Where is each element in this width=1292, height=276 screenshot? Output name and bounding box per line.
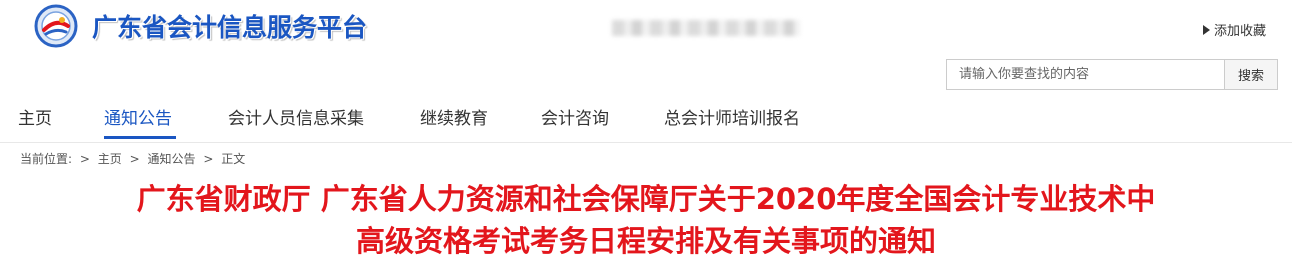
breadcrumb-item-current: 正文 [221,152,246,166]
breadcrumb-item-home[interactable]: 主页 [98,152,122,166]
breadcrumb-separator: > [129,152,140,166]
play-triangle-icon [1203,24,1210,35]
nav-item-personnel-info[interactable]: 会计人员信息采集 [228,104,364,129]
breadcrumb-prefix: 当前位置: [20,152,73,166]
search-button[interactable]: 搜索 [1224,59,1278,90]
nav-item-home[interactable]: 主页 [18,104,52,129]
article-title-line-2: 高级资格考试考务日程安排及有关事项的通知 [355,224,936,258]
add-favorite-link[interactable]: 添加收藏 [1203,20,1266,39]
nav-item-continuing-education[interactable]: 继续教育 [420,104,488,129]
nav-item-consulting[interactable]: 会计咨询 [541,104,609,129]
article-title-line-1: 广东省财政厅 广东省人力资源和社会保障厅关于2020年度全国会计专业技术中 [136,182,1156,216]
site-logo[interactable] [32,4,80,48]
nav-item-notices[interactable]: 通知公告 [104,104,172,129]
blurred-user-info [612,20,800,36]
breadcrumb-separator: > [203,152,214,166]
search-input[interactable] [946,59,1224,90]
add-favorite-label: 添加收藏 [1214,24,1267,39]
breadcrumb-item-notices[interactable]: 通知公告 [148,152,196,166]
nav-divider [0,142,1292,143]
nav-item-cfo-training[interactable]: 总会计师培训报名 [664,104,800,129]
site-title[interactable]: 广东省会计信息服务平台 [92,8,367,44]
active-tab-indicator [104,136,176,139]
breadcrumb-separator: > [79,152,90,166]
article-title: 广东省财政厅 广东省人力资源和社会保障厅关于2020年度全国会计专业技术中 高级… [0,178,1292,262]
breadcrumb: 当前位置: > 主页 > 通知公告 > 正文 [20,150,249,167]
